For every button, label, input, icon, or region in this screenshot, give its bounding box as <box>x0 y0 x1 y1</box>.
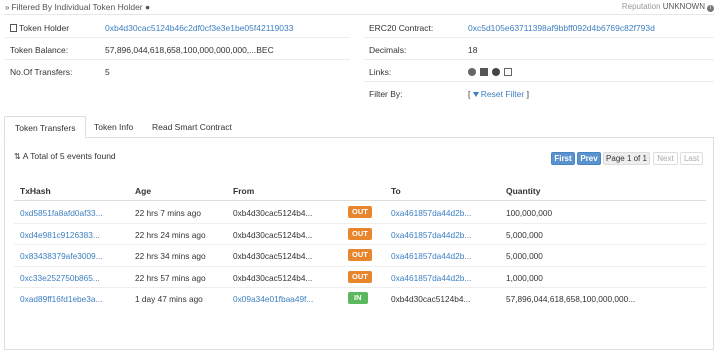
tx-age: 1 day 47 mins ago <box>135 294 203 304</box>
last-page-button[interactable]: Last <box>680 152 703 165</box>
filter-value: [ Reset Filter ] <box>468 89 529 99</box>
tx-to-link[interactable]: 0xa461857da44d2b... <box>391 273 471 283</box>
links-label: Links: <box>369 67 392 77</box>
page-indicator: Page 1 of 1 <box>603 152 650 165</box>
tx-from: 0xb4d30cac5124b4... <box>233 208 313 218</box>
next-page-button[interactable]: Next <box>653 152 678 165</box>
tx-hash-link[interactable]: 0xc33e252750b865... <box>20 273 100 283</box>
tx-quantity: 100,000,000 <box>506 208 553 218</box>
tx-quantity: 5,000,000 <box>506 229 543 240</box>
tx-age: 22 hrs 57 mins ago <box>135 272 206 283</box>
col-txhash: TxHash <box>20 186 51 196</box>
direction-badge: OUT <box>348 249 372 261</box>
tx-from: 0xb4d30cac5124b4... <box>233 229 313 240</box>
direction-badge: OUT <box>348 206 372 218</box>
links-row: Links: <box>364 60 714 82</box>
tx-age: 22 hrs 34 mins ago <box>135 251 206 261</box>
table-row: 0x83438379afe3009... 22 hrs 34 mins ago … <box>14 245 706 267</box>
filter-icon <box>472 92 479 97</box>
chevron-right-icon: » <box>5 3 10 12</box>
filter-title: » Filtered By Individual Token Holder ● <box>5 2 150 12</box>
social-icon[interactable] <box>492 68 500 76</box>
divider <box>4 14 714 15</box>
contract-row: ERC20 Contract: 0xc5d105e63711398af9bbff… <box>364 16 714 38</box>
tx-from: 0xb4d30cac5124b4... <box>233 251 313 261</box>
first-page-button[interactable]: First <box>551 152 575 165</box>
token-balance-label: Token Balance: <box>10 45 69 55</box>
document-icon <box>10 24 17 32</box>
tx-to-link[interactable]: 0xa461857da44d2b... <box>391 230 471 240</box>
token-balance-row: Token Balance: 57,896,044,618,658,100,00… <box>5 38 350 60</box>
decimals-row: Decimals: 18 <box>364 38 714 60</box>
summary-left: Token Holder 0xb4d30cac5124b46c2df0cf3e3… <box>5 16 350 82</box>
token-holder-link[interactable]: 0xb4d30cac5124b46c2df0cf3e3e1be05f421190… <box>105 23 293 33</box>
link-icons <box>468 67 516 77</box>
transfers-count-label: No.Of Transfers: <box>10 67 73 77</box>
col-age: Age <box>135 186 152 196</box>
filter-title-text: Filtered By Individual Token Holder <box>11 2 143 12</box>
tx-hash-link[interactable]: 0xd4e981c9126383... <box>20 230 100 240</box>
filter-row: Filter By: [ Reset Filter ] <box>364 82 714 104</box>
user-icon: ● <box>145 2 151 12</box>
tx-quantity: 5,000,000 <box>506 251 543 261</box>
decimals-label: Decimals: <box>369 45 407 55</box>
token-balance-value: 57,896,044,618,658,100,000,000,000,...BE… <box>105 45 274 55</box>
transfers-count-value: 5 <box>105 67 110 77</box>
table-row: 0xad89ff16fd1ebe3a... 1 day 47 mins ago … <box>14 288 706 310</box>
direction-badge: OUT <box>348 227 372 240</box>
col-from: From <box>233 186 255 196</box>
token-holder-label: Token Holder <box>10 23 69 33</box>
events-count: ⇅ A Total of 5 events found <box>14 151 116 161</box>
tab-read-smart-contract[interactable]: Read Smart Contract <box>142 116 242 138</box>
tx-from: 0xb4d30cac5124b4... <box>233 272 313 283</box>
tx-quantity: 57,896,044,618,658,100,000,000... <box>506 294 636 304</box>
col-to: To <box>391 186 401 196</box>
direction-badge: OUT <box>348 270 372 283</box>
summary-right: ERC20 Contract: 0xc5d105e63711398af9bbff… <box>364 16 714 104</box>
tx-age: 22 hrs 7 mins ago <box>135 208 201 218</box>
tab-bar: Token Transfers Token Info Read Smart Co… <box>4 116 714 138</box>
token-holder-row: Token Holder 0xb4d30cac5124b46c2df0cf3e3… <box>5 16 350 38</box>
reputation-value: UNKNOWN <box>662 2 705 11</box>
sort-icon: ⇅ <box>14 152 21 161</box>
col-quantity: Quantity <box>506 186 541 196</box>
contract-link[interactable]: 0xc5d105e63711398af9bbff092d4b6769c82f79… <box>468 23 655 33</box>
tx-hash-link[interactable]: 0xad89ff16fd1ebe3a... <box>20 294 102 304</box>
tx-quantity: 1,000,000 <box>506 272 543 283</box>
table-row: 0xc33e252750b865... 22 hrs 57 mins ago 0… <box>14 267 706 288</box>
direction-badge: IN <box>348 292 368 304</box>
reputation-label: Reputation <box>621 2 661 11</box>
prev-page-button[interactable]: Prev <box>577 152 601 165</box>
globe-icon[interactable] <box>468 68 476 76</box>
tx-age: 22 hrs 24 mins ago <box>135 229 206 240</box>
filter-label: Filter By: <box>369 89 403 99</box>
tx-to-link[interactable]: 0xa461857da44d2b... <box>391 251 471 261</box>
mail-icon[interactable] <box>480 68 488 76</box>
decimals-value: 18 <box>468 45 478 55</box>
tx-to-link[interactable]: 0xa461857da44d2b... <box>391 208 471 218</box>
transfers-count-row: No.Of Transfers: 5 <box>5 60 350 82</box>
file-icon[interactable] <box>504 68 512 76</box>
tx-to: 0xb4d30cac5124b4... <box>391 294 471 304</box>
bracket-open: [ <box>468 89 471 99</box>
info-icon[interactable]: i <box>707 5 714 12</box>
table-header: TxHash Age From To Quantity <box>14 181 706 201</box>
bracket-close: ] <box>526 89 529 99</box>
tx-hash-link[interactable]: 0x83438379afe3009... <box>20 251 103 261</box>
tab-token-transfers[interactable]: Token Transfers <box>4 116 87 138</box>
table-row: 0xd5851fa8afd0af33... 22 hrs 7 mins ago … <box>14 202 706 224</box>
tab-token-info[interactable]: Token Info <box>84 116 143 138</box>
contract-label: ERC20 Contract: <box>369 23 434 33</box>
tx-hash-link[interactable]: 0xd5851fa8afd0af33... <box>20 208 103 218</box>
reputation: Reputation UNKNOWN i <box>622 2 714 12</box>
table-row: 0xd4e981c9126383... 22 hrs 24 mins ago 0… <box>14 224 706 245</box>
reset-filter-link[interactable]: Reset Filter <box>472 89 524 99</box>
filter-header: » Filtered By Individual Token Holder ● R… <box>0 0 720 14</box>
tx-from-link[interactable]: 0x09a34e01fbaa49f... <box>233 294 313 304</box>
